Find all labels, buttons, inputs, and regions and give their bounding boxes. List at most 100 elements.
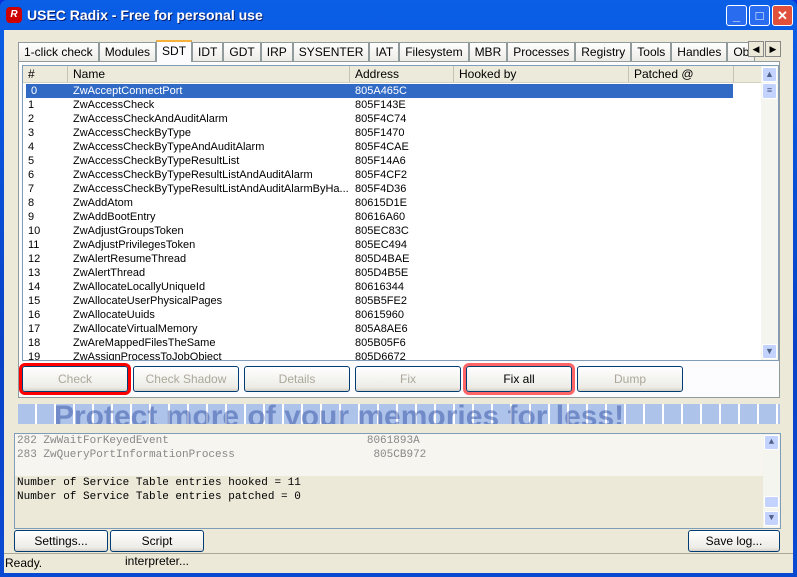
cell-name: ZwAccessCheckAndAuditAlarm — [73, 113, 228, 125]
check-button[interactable]: Check — [19, 363, 131, 395]
table-row[interactable]: 7 ZwAccessCheckByTypeResultListAndAuditAl… — [23, 182, 763, 196]
sdt-panel: # Name Address Hooked by Patched @ 0 ZwAc… — [18, 61, 780, 398]
table-row[interactable]: 11 ZwAdjustPrivilegesToken 805EC494 — [23, 238, 763, 252]
tab-registry[interactable]: Registry — [575, 42, 632, 61]
log-output[interactable]: 282 ZwWaitForKeyedEvent 8061893A 283 ZwQ… — [14, 433, 781, 529]
tab-processes[interactable]: Processes — [507, 42, 576, 61]
log-scroll-up-icon[interactable]: ▲ — [764, 435, 779, 450]
tab-1-click-check[interactable]: 1-click check — [18, 42, 99, 61]
tab-modules[interactable]: Modules — [98, 42, 157, 61]
table-row[interactable]: 19 ZwAssignProcessToJobObject 805D6672 — [23, 350, 763, 361]
tab-sdt[interactable]: SDT — [156, 40, 193, 62]
column-header-hooked-by[interactable]: Hooked by — [454, 66, 629, 82]
cell-name: ZwAddBootEntry — [73, 211, 156, 223]
save-log-button[interactable]: Save log... — [688, 530, 780, 552]
tab-scroll-left-icon[interactable]: ◀ — [748, 41, 764, 57]
table-row[interactable]: 17 ZwAllocateVirtualMemory 805A8AE6 — [23, 322, 763, 336]
fix-button[interactable]: Fix — [355, 366, 461, 392]
table-row[interactable]: 8 ZwAddAtom 80615D1E — [23, 196, 763, 210]
table-row[interactable]: 18 ZwAreMappedFilesTheSame 805B05F6 — [23, 336, 763, 350]
column-header-patched[interactable]: Patched @ — [629, 66, 734, 82]
tab-scroll-right-icon[interactable]: ▶ — [765, 41, 781, 57]
tab-handles[interactable]: Handles — [671, 42, 728, 61]
table-row[interactable]: 9 ZwAddBootEntry 80616A60 — [23, 210, 763, 224]
cell-number: 18 — [28, 337, 41, 349]
cell-name: ZwAreMappedFilesTheSame — [73, 337, 216, 349]
table-row[interactable]: 1 ZwAccessCheck 805F143E — [23, 98, 763, 112]
log-scroll-down-icon[interactable]: ▼ — [764, 511, 779, 526]
table-row[interactable]: 16 ZwAllocateUuids 80615960 — [23, 308, 763, 322]
tab-mbr[interactable]: MBR — [468, 42, 508, 61]
cell-name: ZwAccessCheckByTypeResultListAndAuditAla… — [73, 169, 313, 181]
tab-filesystem[interactable]: Filesystem — [399, 42, 469, 61]
table-row[interactable]: 15 ZwAllocateUserPhysicalPages 805B5FE2 — [23, 294, 763, 308]
table-row[interactable]: 3 ZwAccessCheckByType 805F1470 — [23, 126, 763, 140]
sdt-list[interactable]: # Name Address Hooked by Patched @ 0 ZwAc… — [22, 65, 779, 361]
check-shadow-button[interactable]: Check Shadow — [133, 366, 239, 392]
cell-number: 6 — [28, 169, 35, 181]
fix-all-button[interactable]: Fix all — [463, 363, 575, 395]
cell-address: 805F14A6 — [355, 155, 406, 167]
cell-number: 7 — [28, 183, 35, 195]
cell-address: 805F4CAE — [355, 141, 409, 153]
log-scroll-thumb[interactable] — [764, 496, 779, 508]
cell-address: 805F143E — [355, 99, 406, 111]
scroll-up-icon[interactable]: ▲ — [762, 67, 777, 82]
cell-name: ZwAccessCheckByTypeResultListAndAuditAla… — [73, 183, 349, 195]
table-row[interactable]: 13 ZwAlertThread 805D4B5E — [23, 266, 763, 280]
cell-address: 805EC83C — [355, 225, 409, 237]
window-title: USEC Radix - Free for personal use — [27, 7, 263, 23]
cell-address: 805D6672 — [355, 351, 406, 361]
cell-number: 5 — [28, 155, 35, 167]
settings-button[interactable]: Settings... — [14, 530, 108, 552]
cell-address: 805A465C — [355, 85, 407, 97]
scroll-down-icon[interactable]: ▼ — [762, 344, 777, 359]
title-bar: R USEC Radix - Free for personal use _ □… — [0, 0, 797, 30]
table-row[interactable]: 10 ZwAdjustGroupsToken 805EC83C — [23, 224, 763, 238]
table-row[interactable]: 6 ZwAccessCheckByTypeResultListAndAuditAl… — [23, 168, 763, 182]
minimize-button[interactable]: _ — [726, 5, 747, 26]
tab-sysenter[interactable]: SYSENTER — [292, 42, 370, 61]
table-row[interactable]: 0 ZwAcceptConnectPort 805A465C — [26, 84, 733, 98]
details-button[interactable]: Details — [244, 366, 350, 392]
cell-address: 805F4D36 — [355, 183, 407, 195]
cell-address: 805D4BAE — [355, 253, 410, 265]
script-interpreter-button[interactable]: Script interpreter... — [110, 530, 204, 568]
cell-name: ZwAllocateVirtualMemory — [73, 323, 198, 335]
table-row[interactable]: 12 ZwAlertResumeThread 805D4BAE — [23, 252, 763, 266]
cell-number: 3 — [28, 127, 35, 139]
client-area: 1-click check Modules SDT IDT GDT IRP SYSENTER… — [4, 30, 793, 573]
cell-number: 4 — [28, 141, 35, 153]
cell-name: ZwAssignProcessToJobObject — [73, 351, 222, 361]
tab-gdt[interactable]: GDT — [223, 42, 261, 61]
tab-idt[interactable]: IDT — [192, 42, 224, 61]
table-row[interactable]: 5 ZwAccessCheckByTypeResultList 805F14A6 — [23, 154, 763, 168]
cell-name: ZwAcceptConnectPort — [73, 85, 183, 97]
tab-irp[interactable]: IRP — [260, 42, 293, 61]
watermark-text: Protect more of your memories for less! — [54, 404, 625, 424]
table-row[interactable]: 14 ZwAllocateLocallyUniqueId 80616344 — [23, 280, 763, 294]
cell-address: 805B5FE2 — [355, 295, 407, 307]
column-header-name[interactable]: Name — [68, 66, 350, 82]
log-scrollbar[interactable]: ▲ ▼ — [763, 434, 780, 528]
table-row[interactable]: 4 ZwAccessCheckByTypeAndAuditAlarm 805F4CA… — [23, 140, 763, 154]
cell-number: 1 — [28, 99, 35, 111]
cell-address: 805A8AE6 — [355, 323, 408, 335]
table-row[interactable]: 2 ZwAccessCheckAndAuditAlarm 805F4C74 — [23, 112, 763, 126]
maximize-button[interactable]: □ — [749, 5, 770, 26]
cell-number: 8 — [28, 197, 35, 209]
dump-button[interactable]: Dump — [577, 366, 683, 392]
column-header-number[interactable]: # — [23, 66, 68, 82]
cell-address: 80616A60 — [355, 211, 406, 223]
progress-bar-watermark: Protect more of your memories for less! — [18, 404, 780, 424]
scroll-thumb[interactable]: ≡ — [762, 83, 777, 99]
tab-tools[interactable]: Tools — [631, 42, 672, 61]
column-header-address[interactable]: Address — [350, 66, 454, 82]
close-button[interactable]: ✕ — [772, 5, 793, 26]
cell-name: ZwAlertThread — [73, 267, 146, 279]
cell-number: 19 — [28, 351, 41, 361]
log-line: Number of Service Table entries patched … — [17, 491, 301, 503]
cell-number: 10 — [28, 225, 41, 237]
tab-iat[interactable]: IAT — [369, 42, 400, 61]
list-scrollbar[interactable]: ▲ ≡ ▼ — [761, 66, 778, 360]
